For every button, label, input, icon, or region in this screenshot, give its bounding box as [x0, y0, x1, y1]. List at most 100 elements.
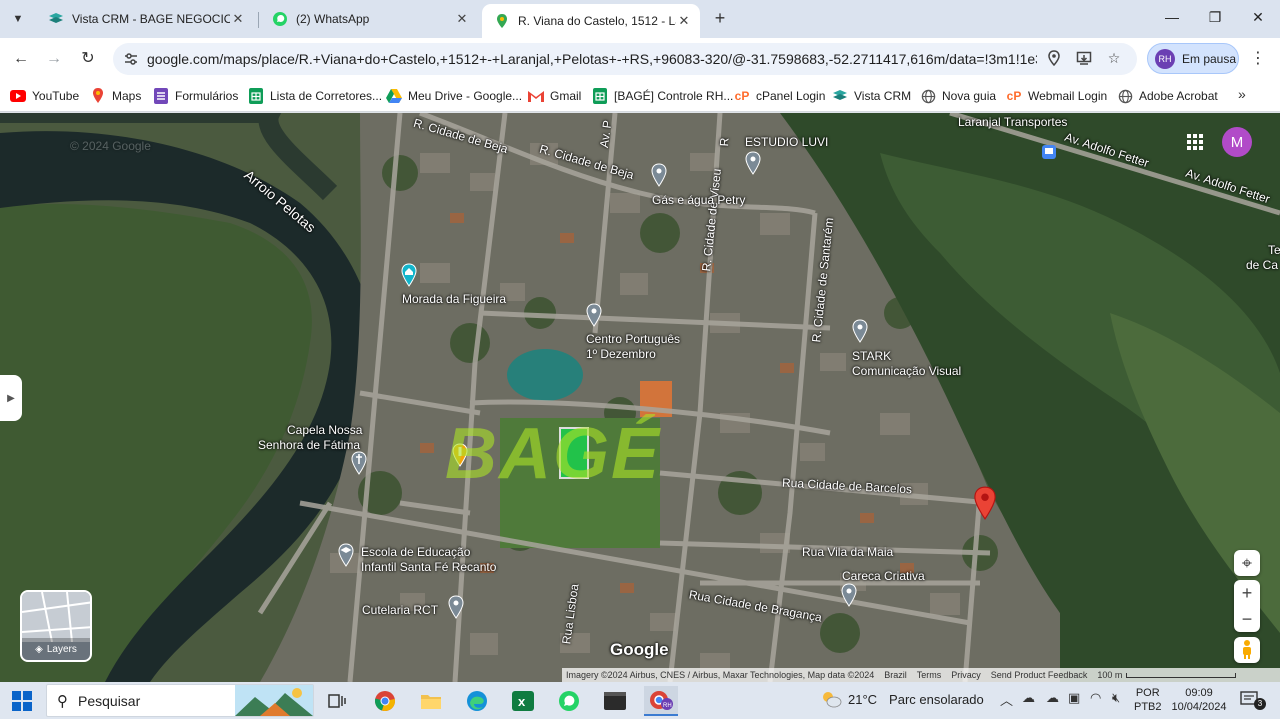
layers-button[interactable]: ◈ Layers [20, 590, 92, 662]
scale-label[interactable]: 100 m [1097, 670, 1122, 680]
bookmark-adobe-acrobat[interactable]: Adobe Acrobat [1117, 86, 1218, 106]
country-link[interactable]: Brazil [884, 670, 907, 680]
windows-start-icon[interactable] [12, 691, 32, 711]
tab-vista-crm[interactable]: Vista CRM - BAGE NEGOCIOS IM ✕ [36, 4, 254, 34]
church-pin-icon[interactable] [350, 451, 368, 475]
volume-muted-icon[interactable]: 🔇︎ [1112, 690, 1120, 706]
onedrive-icon[interactable]: ☁ [1046, 690, 1059, 706]
partly-sunny-icon [823, 692, 842, 708]
place-label[interactable]: Cutelaria RCT [362, 603, 438, 617]
bookmark-youtube[interactable]: YouTube [10, 86, 79, 106]
bookmark-formularios[interactable]: Formulários [153, 86, 238, 106]
minimize-button[interactable]: — [1162, 9, 1182, 29]
privacy-link[interactable]: Privacy [951, 670, 981, 680]
satellite-map[interactable]: © 2024 Google R. Cidade de Beja R. Cidad… [0, 113, 1280, 682]
bookmark-vista-crm[interactable]: Vista CRM [832, 86, 911, 106]
tab-google-maps[interactable]: R. Viana do Castelo, 1512 - Lara ✕ [482, 4, 700, 38]
bookmarks-bar: YouTube Maps Formulários Lista de Corret… [0, 80, 1280, 112]
bookmark-maps[interactable]: Maps [90, 86, 141, 106]
task-view-button[interactable] [320, 686, 354, 716]
place-label[interactable]: Senhora de Fátima [258, 438, 360, 452]
bookmark-cpanel[interactable]: cP cPanel Login [734, 86, 826, 106]
taskbar-chrome[interactable] [368, 686, 402, 716]
place-pin-icon[interactable] [851, 319, 869, 343]
place-label[interactable]: Capela Nossa [287, 423, 362, 437]
taskbar-search-box[interactable]: ⚲ Pesquisar [46, 684, 314, 717]
bookmark-lista-corretores[interactable]: Lista de Corretores... [248, 86, 382, 106]
new-tab-button[interactable]: + [710, 9, 730, 29]
more-bookmarks-icon[interactable]: » [1238, 86, 1246, 102]
zoom-in-button[interactable]: + [1234, 580, 1260, 606]
bookmark-webmail[interactable]: cP Webmail Login [1006, 86, 1108, 106]
place-label[interactable]: Centro Português [586, 332, 680, 346]
profile-button[interactable]: RH Em pausa [1147, 43, 1239, 74]
taskbar-excel[interactable]: x [506, 686, 540, 716]
tab-whatsapp[interactable]: (2) WhatsApp ✕ [260, 4, 478, 34]
close-tab-icon[interactable]: ✕ [676, 13, 692, 29]
place-label[interactable]: Laranjal Transportes [958, 115, 1067, 129]
place-pin-icon[interactable] [447, 595, 465, 619]
account-avatar[interactable]: M [1222, 127, 1252, 157]
input-language[interactable]: POR PTB2 [1134, 686, 1162, 714]
school-pin-icon[interactable] [337, 543, 355, 567]
zoom-out-button[interactable]: − [1234, 606, 1260, 632]
street-view-button[interactable] [1234, 637, 1260, 663]
expand-side-panel-button[interactable]: ▶ [0, 375, 22, 421]
more-options-icon[interactable]: ⋮ [1250, 48, 1266, 70]
restore-button[interactable]: ❐ [1205, 9, 1225, 29]
taskbar-file-explorer[interactable] [414, 686, 448, 716]
show-hidden-icons-icon[interactable]: ︿ [1000, 690, 1013, 709]
address-bar[interactable]: google.com/maps/place/R.+Viana+do+Castel… [113, 43, 1137, 75]
taskbar-chrome-profile[interactable]: RH [644, 686, 678, 716]
bookmark-meu-drive[interactable]: Meu Drive - Google... [386, 86, 522, 106]
place-pin-icon[interactable] [840, 583, 858, 607]
globe-icon [1117, 88, 1133, 104]
bookmark-nova-guia[interactable]: Nova guia [920, 86, 996, 106]
place-label[interactable]: STARK [852, 349, 891, 363]
place-label[interactable]: Careca Criativa [842, 569, 925, 583]
app-tray-icon[interactable]: ▣ [1068, 690, 1080, 706]
system-clock[interactable]: 09:09 10/04/2024 [1170, 686, 1228, 714]
wifi-icon[interactable]: ◠ [1090, 690, 1101, 706]
install-app-icon[interactable] [1075, 50, 1093, 68]
terms-link[interactable]: Terms [917, 670, 942, 680]
place-label[interactable]: 1º Dezembro [586, 347, 656, 361]
place-label[interactable]: Comunicação Visual [852, 364, 961, 378]
close-tab-icon[interactable]: ✕ [230, 11, 246, 27]
bookmark-star-icon[interactable]: ☆ [1105, 50, 1123, 68]
street-label: R [717, 137, 732, 147]
notification-center-button[interactable]: 3 [1240, 690, 1266, 710]
forward-button[interactable]: → [43, 48, 65, 70]
place-label[interactable]: Gás e água Petry [652, 193, 745, 207]
tab-search-button[interactable]: ▼ [6, 7, 30, 31]
weather-widget[interactable]: 21°C Parc ensolarado [820, 690, 984, 708]
place-pin-icon[interactable] [650, 163, 668, 187]
taskbar-whatsapp[interactable] [552, 686, 586, 716]
place-label[interactable]: Morada da Figueira [402, 292, 506, 306]
site-info-icon[interactable] [123, 51, 139, 67]
my-location-button[interactable]: ⌖ [1234, 550, 1260, 576]
chevron-down-icon: ▼ [12, 13, 24, 25]
back-button[interactable]: ← [10, 48, 32, 70]
place-label[interactable]: Infantil Santa Fé Recanto [361, 560, 496, 574]
cloud-icon[interactable]: ☁ [1022, 690, 1035, 706]
selected-location-marker-icon[interactable] [972, 485, 998, 521]
close-tab-icon[interactable]: ✕ [454, 11, 470, 27]
place-label[interactable]: Escola de Educação [361, 545, 470, 559]
reload-button[interactable]: ↻ [77, 48, 99, 70]
place-pin-icon[interactable] [585, 303, 603, 327]
taskbar-edge[interactable] [460, 686, 494, 716]
feedback-link[interactable]: Send Product Feedback [991, 670, 1088, 680]
browser-toolbar: ← → ↻ google.com/maps/place/R.+Viana+do+… [0, 38, 1280, 80]
close-window-button[interactable]: ✕ [1248, 9, 1268, 29]
google-apps-icon[interactable] [1186, 133, 1204, 151]
bus-stop-icon[interactable] [1042, 145, 1056, 159]
bookmark-controle-rh[interactable]: [BAGÉ] Controle RH... [592, 86, 733, 106]
bookmark-gmail[interactable]: Gmail [528, 86, 581, 106]
place-label[interactable]: ESTUDIO LUVI [745, 135, 828, 149]
url-text[interactable]: google.com/maps/place/R.+Viana+do+Castel… [147, 51, 1037, 67]
lodging-pin-icon[interactable] [400, 263, 418, 287]
taskbar-terminal[interactable] [598, 686, 632, 716]
location-icon[interactable] [1045, 50, 1063, 68]
place-pin-icon[interactable] [744, 151, 762, 175]
